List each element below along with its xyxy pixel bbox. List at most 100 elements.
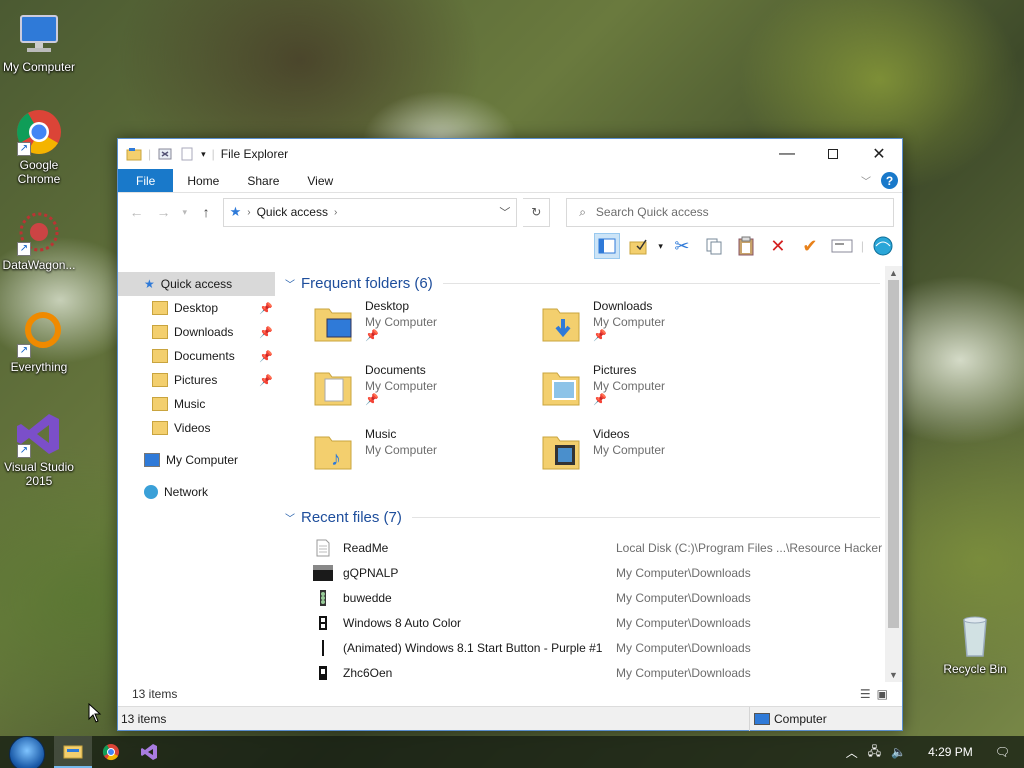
forward-button[interactable]: →	[153, 204, 174, 220]
details-view-icon[interactable]: ☰	[860, 687, 871, 701]
folder-icon	[152, 301, 168, 315]
vertical-scrollbar[interactable]: ▲ ▼	[885, 266, 902, 682]
folder-icon	[152, 349, 168, 363]
nav-network[interactable]: Network	[118, 480, 275, 504]
tab-view[interactable]: View	[293, 169, 347, 192]
list-item[interactable]: (Animated) Windows 8.1 Start Button - Pu…	[313, 635, 902, 660]
desktop-icon-label: Recycle Bin	[943, 662, 1007, 676]
folder-icon	[152, 397, 168, 411]
volume-icon[interactable]: 🔈	[891, 745, 906, 759]
pin-icon[interactable]: 📌	[259, 374, 273, 387]
items-count: 13 items	[132, 687, 178, 701]
list-item[interactable]: Zhc6Oen My Computer\Downloads	[313, 660, 902, 682]
up-button[interactable]: ↑	[196, 204, 217, 220]
folder-tile[interactable]: Documents My Computer 📌	[313, 363, 541, 427]
documents-folder-icon	[313, 365, 357, 409]
folder-tile[interactable]: ♪ Music My Computer	[313, 427, 541, 491]
pin-icon[interactable]: 📌	[259, 302, 273, 315]
folder-options-button[interactable]	[626, 233, 652, 259]
scroll-up-chevron-icon[interactable]: ▲	[885, 266, 902, 280]
close-icon: ✕	[872, 146, 886, 163]
expand-ribbon-chevron-down-icon[interactable]: ﹀	[861, 173, 871, 188]
list-item[interactable]: ReadMe Local Disk (C:)\Program Files ...…	[313, 535, 902, 560]
action-center-icon[interactable]: 🗨	[995, 745, 1010, 759]
navigation-pane-button[interactable]	[594, 233, 621, 259]
email-button[interactable]	[829, 233, 855, 259]
desktop-icon-my-computer[interactable]: My Computer	[0, 10, 78, 74]
desktop-icon-everything[interactable]: ↗ Everything	[0, 310, 78, 374]
nav-label: Network	[164, 485, 209, 499]
properties-icon[interactable]	[157, 146, 173, 162]
customize-toolbar-chevron-down-icon[interactable]: ▾	[201, 149, 206, 160]
frequent-folders-header[interactable]: ﹀ Frequent folders (6)	[285, 271, 902, 295]
close-button[interactable]: ✕	[856, 139, 902, 169]
nav-videos[interactable]: Videos	[118, 416, 275, 440]
address-history-chevron-down-icon[interactable]: ﹀	[499, 204, 510, 220]
desktop-icon-chrome[interactable]: ↗ Google Chrome	[0, 108, 78, 186]
address-bar[interactable]: ★ › Quick access › ﹀	[222, 197, 518, 227]
nav-documents[interactable]: Documents 📌	[118, 344, 275, 368]
recent-files-header[interactable]: ﹀ Recent files (7)	[285, 505, 902, 529]
list-item[interactable]: Windows 8 Auto Color My Computer\Downloa…	[313, 610, 902, 635]
large-icons-view-icon[interactable]: ▣	[877, 687, 888, 701]
start-button[interactable]	[0, 736, 54, 768]
desktop-icon-recycle-bin[interactable]: Recycle Bin	[936, 612, 1014, 676]
nav-my-computer[interactable]: My Computer	[118, 448, 275, 472]
desktop-icon-label: Google Chrome	[17, 158, 61, 186]
rename-button[interactable]: ✔	[797, 233, 823, 259]
folder-tile[interactable]: Downloads My Computer 📌	[541, 299, 769, 363]
show-hidden-icons-chevron-up-icon[interactable]: ︿	[846, 744, 858, 761]
title-bar: | ▾ | File Explorer — ✕	[118, 139, 902, 169]
nav-music[interactable]: Music	[118, 392, 275, 416]
tab-home[interactable]: Home	[173, 169, 233, 192]
taskbar-app-visual-studio[interactable]	[130, 736, 168, 768]
recent-locations-chevron-down-icon[interactable]: ▾	[180, 207, 190, 218]
recycle-bin-icon	[951, 612, 999, 660]
nav-quick-access[interactable]: ★ Quick access	[118, 272, 275, 296]
list-item[interactable]: gQPNALP My Computer\Downloads	[313, 560, 902, 585]
help-button[interactable]: ?	[881, 172, 898, 189]
pin-icon[interactable]: 📌	[259, 326, 273, 339]
nav-downloads[interactable]: Downloads 📌	[118, 320, 275, 344]
network-icon[interactable]: 🖧	[868, 742, 881, 763]
pin-icon[interactable]: 📌	[259, 350, 273, 363]
clock[interactable]: 4:29 PM	[916, 745, 985, 759]
delete-button[interactable]: ✕	[765, 233, 791, 259]
quick-access-toolbar: | ▾ |	[126, 146, 215, 162]
breadcrumb-separator-icon[interactable]: ›	[334, 207, 337, 218]
file-explorer-icon	[63, 745, 83, 759]
new-folder-icon[interactable]	[179, 146, 195, 162]
minimize-button[interactable]: —	[764, 139, 810, 169]
nav-pictures[interactable]: Pictures 📌	[118, 368, 275, 392]
folder-tile[interactable]: Pictures My Computer 📌	[541, 363, 769, 427]
shell-globe-icon	[873, 236, 893, 256]
tab-share[interactable]: Share	[233, 169, 293, 192]
datawagon-icon: ↗	[15, 208, 63, 256]
maximize-button[interactable]	[810, 139, 856, 169]
status-zone: Computer	[749, 706, 899, 731]
folder-tile[interactable]: Desktop My Computer 📌	[313, 299, 541, 363]
taskbar-app-chrome[interactable]	[92, 736, 130, 768]
address-row: ← → ▾ ↑ ★ › Quick access › ﹀ ↻ ⌕ Search …	[118, 193, 902, 231]
scroll-down-chevron-icon[interactable]: ▼	[885, 668, 902, 682]
back-button[interactable]: ←	[126, 204, 147, 220]
folder-icon	[152, 373, 168, 387]
search-input[interactable]: ⌕ Search Quick access	[566, 197, 894, 227]
list-item[interactable]: buwedde My Computer\Downloads	[313, 585, 902, 610]
tab-file[interactable]: File	[118, 169, 174, 192]
refresh-button[interactable]: ↻	[523, 197, 551, 227]
nav-desktop[interactable]: Desktop 📌	[118, 296, 275, 320]
cut-button[interactable]: ✂	[669, 233, 695, 259]
copy-button[interactable]	[701, 233, 727, 259]
paste-button[interactable]	[733, 233, 759, 259]
computer-icon	[754, 712, 770, 725]
shell-button[interactable]	[870, 233, 896, 259]
folder-tile[interactable]: Videos My Computer	[541, 427, 769, 491]
image-file-icon	[313, 589, 333, 607]
desktop-icon-datawagon[interactable]: ↗ DataWagon...	[0, 208, 78, 272]
breadcrumb-quick-access[interactable]: Quick access	[257, 205, 328, 219]
taskbar-app-file-explorer[interactable]	[54, 736, 92, 768]
folder-options-chevron-down-icon[interactable]: ▾	[658, 241, 663, 252]
desktop-icon-visual-studio[interactable]: ↗ Visual Studio 2015	[0, 410, 78, 488]
scrollbar-thumb[interactable]	[888, 280, 899, 628]
